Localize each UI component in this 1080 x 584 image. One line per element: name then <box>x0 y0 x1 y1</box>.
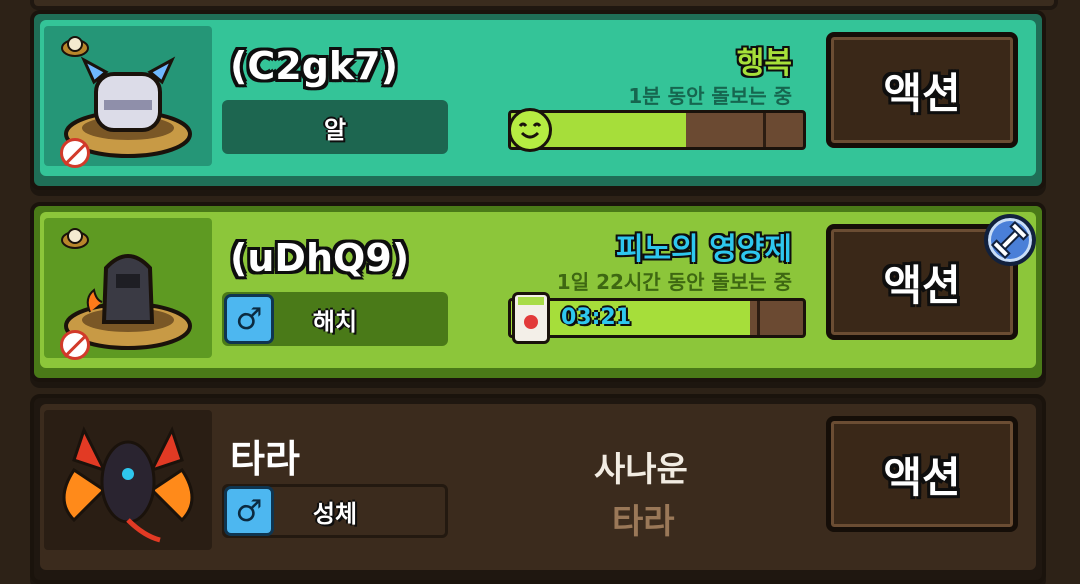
pet-name: (uDhQ9) <box>230 236 410 280</box>
male-icon: ♂ <box>224 294 274 344</box>
action-button-label: 액션 <box>883 260 961 310</box>
supplement-timer-bar: 03:21 <box>508 298 806 338</box>
trait-label: 사나운 <box>594 450 688 490</box>
previous-card-edge <box>30 0 1058 10</box>
male-icon: ♂ <box>224 486 274 536</box>
pet-thumbnail-2[interactable] <box>44 218 212 360</box>
pet-card-2: (uDhQ9) 해치 ♂ 피노의 영양제 1일 22시간 동안 돌보는 중 03… <box>30 202 1046 382</box>
no-feed-icon <box>60 138 90 168</box>
dragon-sprite <box>62 426 194 543</box>
status-subtitle: 1일 22시간 동안 돌보는 중 <box>556 270 792 294</box>
status-title: 피노의 영양제 <box>615 232 792 267</box>
pet-thumbnail-3[interactable] <box>44 410 212 550</box>
smile-icon <box>508 108 552 152</box>
action-button-label: 액션 <box>883 68 961 118</box>
status-title: 행복 <box>736 46 792 81</box>
status-subtitle: 1분 동안 돌보는 중 <box>628 84 792 108</box>
pet-card-3: 타라 성체 ♂ 사나운 타라 액션 <box>30 394 1046 584</box>
action-button-label: 액션 <box>883 452 961 502</box>
action-button-1[interactable]: 액션 <box>826 32 1018 148</box>
egg-icon <box>61 36 89 57</box>
pet-thumbnail-1[interactable] <box>44 26 212 168</box>
egg-icon <box>61 228 89 249</box>
timer-text: 03:21 <box>561 305 632 330</box>
happiness-bar <box>508 110 806 150</box>
stage-label: 알 <box>222 100 448 154</box>
action-button-3[interactable]: 액션 <box>826 416 1018 532</box>
training-icon[interactable] <box>984 214 1036 266</box>
supplement-jar-icon <box>512 292 550 344</box>
pet-name: (C2gk7) <box>230 44 398 88</box>
no-feed-icon <box>60 330 90 360</box>
pet-name: 타라 <box>230 437 300 481</box>
species-label: 타라 <box>612 502 675 542</box>
pet-card-1: (C2gk7) 알 행복 1분 동안 돌보는 중 액션 <box>30 10 1046 190</box>
